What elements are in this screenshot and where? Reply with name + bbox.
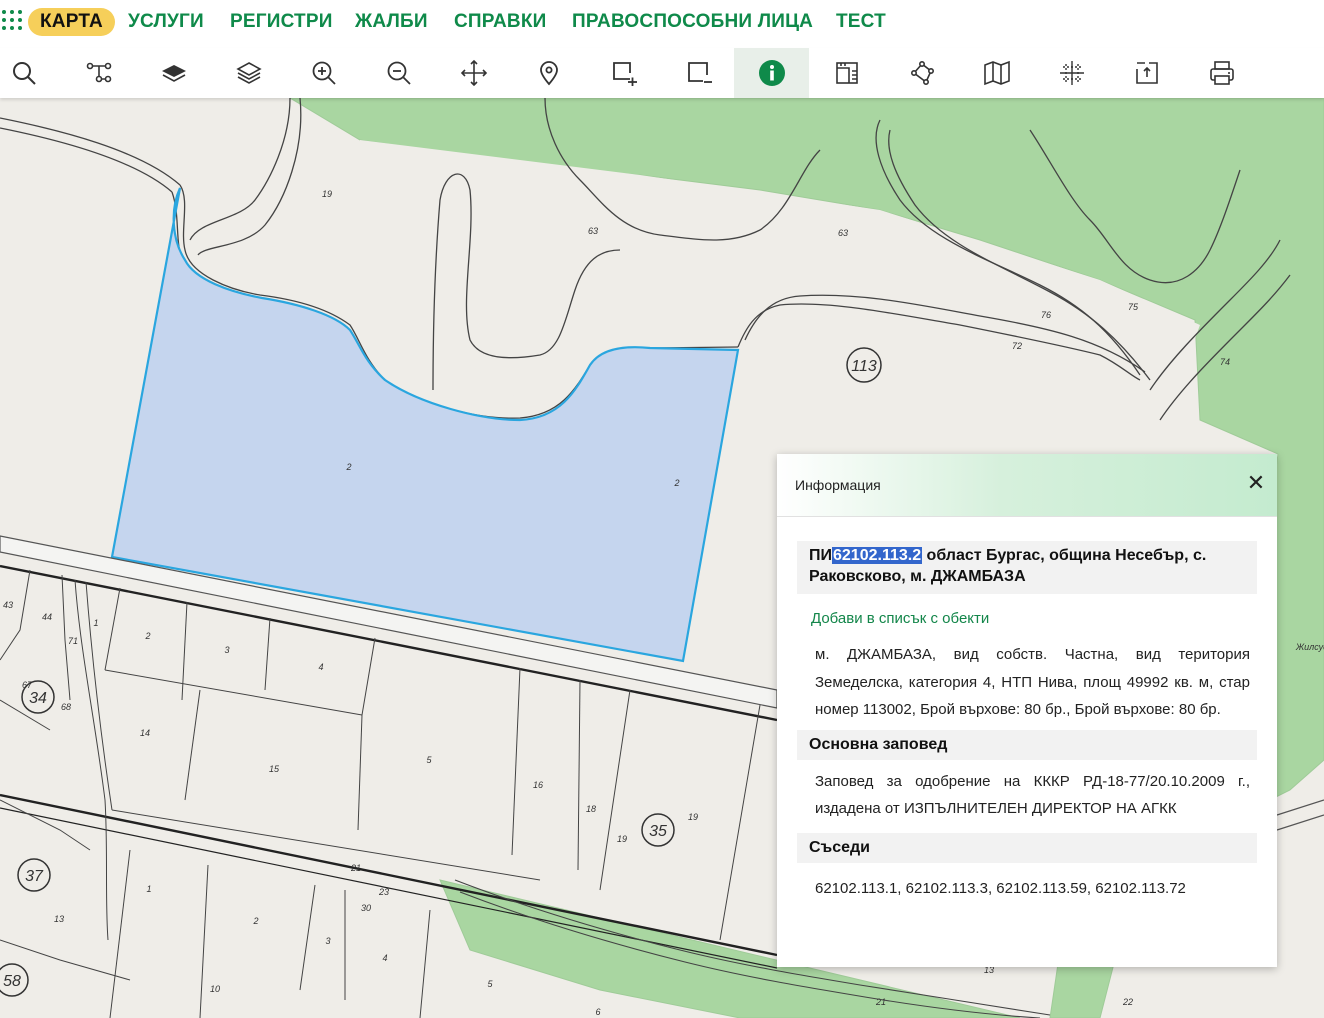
search-icon xyxy=(12,62,36,85)
location-pin-icon xyxy=(539,61,558,86)
order-text: Заповед за одобрение на КККР РД-18-77/20… xyxy=(815,772,1250,818)
parcel-title: ПИ62102.113.2 област Бургас, община Несе… xyxy=(797,541,1257,594)
info-panel-header: Информация ✕ xyxy=(777,454,1277,517)
remove-area-icon xyxy=(687,62,712,83)
map-label: 3 xyxy=(224,645,229,655)
zoom-in-icon xyxy=(312,61,336,85)
map-label: 3 xyxy=(325,936,330,946)
map-label: 19 xyxy=(322,189,332,199)
map-tool-button[interactable] xyxy=(959,48,1034,98)
circle-label-34: 34 xyxy=(29,690,47,707)
map-label: 16 xyxy=(533,780,543,790)
coordinates-tool-button[interactable] xyxy=(1034,48,1109,98)
polygon-tool-button[interactable] xyxy=(884,48,959,98)
add-area-icon xyxy=(612,62,637,86)
map-label: 19 xyxy=(688,812,698,822)
close-icon[interactable]: ✕ xyxy=(1245,472,1267,494)
nav-uslugi[interactable]: УСЛУГИ xyxy=(128,8,204,36)
map-label: 15 xyxy=(269,764,280,774)
circle-label-37: 37 xyxy=(25,868,44,885)
ruler-tool-button[interactable] xyxy=(809,48,884,98)
add-area-tool-button[interactable] xyxy=(586,48,661,98)
map-label: 23 xyxy=(378,887,389,897)
map-label: 67 xyxy=(22,680,33,690)
remove-area-tool-button[interactable] xyxy=(661,48,736,98)
info-panel: Информация ✕ ПИ62102.113.2 област Бургас… xyxy=(777,454,1277,967)
search-tool-button[interactable] xyxy=(0,48,61,98)
top-navigation: КАРТА УСЛУГИ РЕГИСТРИ ЖАЛБИ СПРАВКИ ПРАВ… xyxy=(0,0,1324,48)
parcel-id[interactable]: 62102.113.2 xyxy=(832,547,923,564)
map-label: Жилсуе xyxy=(1295,642,1324,652)
map-label: 68 xyxy=(61,702,71,712)
map-label: 2 xyxy=(345,462,351,472)
info-icon xyxy=(758,60,785,86)
polygon-icon xyxy=(910,60,934,85)
zoom-out-tool-button[interactable] xyxy=(361,48,436,98)
map-label: 2 xyxy=(673,478,679,488)
circle-label-35: 35 xyxy=(649,823,667,840)
map-label: 1 xyxy=(146,884,151,894)
map-label: 72 xyxy=(1012,341,1022,351)
route-tool-button[interactable] xyxy=(61,48,136,98)
apps-grid-icon[interactable] xyxy=(2,10,24,34)
map-label: 74 xyxy=(1220,357,1230,367)
export-icon xyxy=(1135,62,1158,84)
info-panel-title: Информация xyxy=(795,477,881,493)
location-tool-button[interactable] xyxy=(511,48,586,98)
map-label: 22 xyxy=(1122,997,1133,1007)
map-label: 63 xyxy=(838,228,848,238)
nav-pravosposobni-lica[interactable]: ПРАВОСПОСОБНИ ЛИЦА xyxy=(572,8,813,36)
map-label: 13 xyxy=(54,914,64,924)
layers-icon xyxy=(235,62,262,84)
circle-label-58: 58 xyxy=(3,973,21,990)
map-label: 4 xyxy=(318,662,323,672)
layer-solid-icon xyxy=(161,65,186,82)
parcel-description: м. ДЖАМБАЗА, вид собств. Частна, вид тер… xyxy=(815,646,1250,718)
add-to-objects-link[interactable]: Добави в списък с обекти xyxy=(811,610,1277,627)
coordinates-icon xyxy=(1059,61,1084,85)
layers-tool-button[interactable] xyxy=(211,48,286,98)
parcel-title-prefix: ПИ xyxy=(809,547,832,564)
map-label: 6 xyxy=(595,1007,600,1017)
nav-zhalbi[interactable]: ЖАЛБИ xyxy=(355,8,428,36)
map-label: 18 xyxy=(586,804,596,814)
map-label: 76 xyxy=(1041,310,1051,320)
nav-test[interactable]: ТЕСТ xyxy=(836,8,886,36)
ruler-icon xyxy=(835,62,858,84)
map-icon xyxy=(983,60,1010,86)
map-label: 14 xyxy=(140,728,150,738)
map-label: 1 xyxy=(93,618,98,628)
circle-label-113: 113 xyxy=(851,358,877,375)
nav-spravki[interactable]: СПРАВКИ xyxy=(454,8,546,36)
info-tool-button[interactable] xyxy=(734,48,809,98)
map-label: 63 xyxy=(588,226,598,236)
export-tool-button[interactable] xyxy=(1109,48,1184,98)
zoom-in-tool-button[interactable] xyxy=(286,48,361,98)
order-section-title: Основна заповед xyxy=(797,729,1257,760)
map-label: 21 xyxy=(350,863,361,873)
pan-icon xyxy=(460,59,487,87)
route-icon xyxy=(86,62,111,83)
map-toolbar xyxy=(0,48,1324,98)
map-label: 44 xyxy=(42,612,52,622)
nav-registri[interactable]: РЕГИСТРИ xyxy=(230,8,333,36)
neighbors-section-title: Съседи xyxy=(797,832,1257,863)
map-label: 10 xyxy=(210,984,220,994)
map-label: 4 xyxy=(382,953,387,963)
map-label: 2 xyxy=(252,916,258,926)
layer-solid-tool-button[interactable] xyxy=(136,48,211,98)
zoom-out-icon xyxy=(387,61,411,85)
neighbors-list: 62102.113.1, 62102.113.3, 62102.113.59, … xyxy=(815,879,1186,897)
pan-tool-button[interactable] xyxy=(436,48,511,98)
print-icon xyxy=(1209,61,1234,85)
nav-karta[interactable]: КАРТА xyxy=(28,8,115,36)
map-label: 2 xyxy=(144,631,150,641)
map-label: 71 xyxy=(68,636,78,646)
map-label: 19 xyxy=(617,834,627,844)
map-label: 75 xyxy=(1128,302,1139,312)
map-label: 43 xyxy=(3,600,13,610)
map-label: 30 xyxy=(361,903,371,913)
print-tool-button[interactable] xyxy=(1184,48,1259,98)
